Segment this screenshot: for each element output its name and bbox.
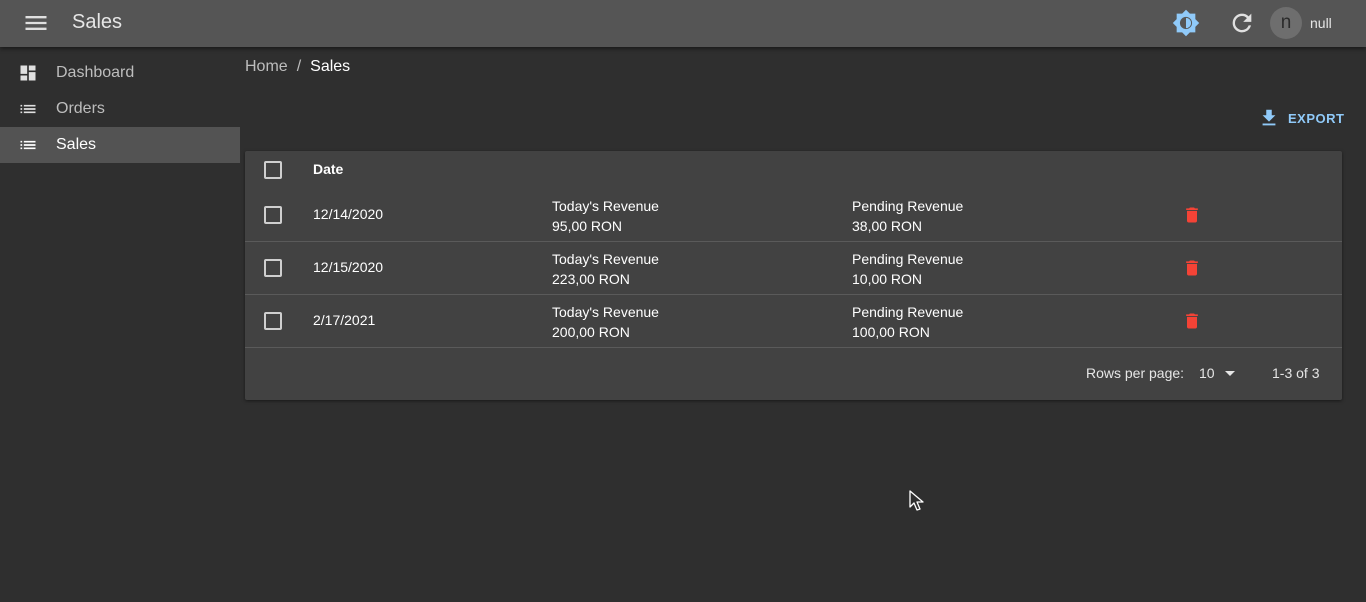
sidebar-item-label: Sales bbox=[56, 136, 97, 153]
revenue-label: Today's Revenue bbox=[552, 251, 659, 267]
table-row[interactable]: 12/15/2020 Today's Revenue 223,00 RON Pe… bbox=[245, 242, 1342, 295]
delete-icon[interactable] bbox=[1182, 258, 1202, 278]
theme-toggle-icon[interactable] bbox=[1172, 9, 1200, 37]
breadcrumb-home-link[interactable]: Home bbox=[245, 58, 288, 76]
row-revenue: Today's Revenue 223,00 RON bbox=[552, 249, 659, 289]
user-menu-button[interactable]: n null bbox=[1270, 7, 1332, 39]
row-pending: Pending Revenue 38,00 RON bbox=[852, 196, 963, 236]
rows-per-page-select[interactable]: 10 bbox=[1199, 365, 1235, 381]
revenue-label: Today's Revenue bbox=[552, 198, 659, 214]
sidebar-item-orders[interactable]: Orders bbox=[0, 91, 240, 127]
sidebar-item-label: Orders bbox=[56, 100, 105, 117]
download-icon bbox=[1262, 109, 1276, 126]
pending-label: Pending Revenue bbox=[852, 304, 964, 320]
row-pending: Pending Revenue 100,00 RON bbox=[852, 302, 963, 342]
row-pending: Pending Revenue 10,00 RON bbox=[852, 249, 963, 289]
table-header: Date bbox=[245, 151, 1342, 189]
pagination: Rows per page: 10 1-3 of 3 bbox=[245, 361, 1342, 387]
table-row[interactable]: 12/14/2020 Today's Revenue 95,00 RON Pen… bbox=[245, 189, 1342, 242]
sidebar-item-label: Dashboard bbox=[56, 64, 135, 81]
revenue-value: 200,00 RON bbox=[552, 324, 630, 340]
refresh-icon[interactable] bbox=[1228, 9, 1256, 37]
revenue-value: 95,00 RON bbox=[552, 218, 623, 234]
delete-icon[interactable] bbox=[1182, 311, 1202, 331]
rows-per-page-label: Rows per page: bbox=[1086, 365, 1185, 381]
app-title: Sales bbox=[72, 11, 123, 33]
column-header-date[interactable]: Date bbox=[313, 161, 343, 177]
sales-table: Date 12/14/2020 Today's Revenue 95,00 RO… bbox=[245, 151, 1342, 400]
export-button[interactable]: EXPORT bbox=[1258, 105, 1344, 131]
menu-icon[interactable] bbox=[22, 9, 50, 37]
list-icon bbox=[18, 135, 38, 155]
select-all-checkbox[interactable] bbox=[264, 161, 282, 179]
pending-value: 10,00 RON bbox=[852, 271, 923, 287]
avatar: n bbox=[1270, 7, 1302, 39]
row-checkbox[interactable] bbox=[264, 206, 282, 224]
row-revenue: Today's Revenue 95,00 RON bbox=[552, 196, 659, 236]
row-checkbox[interactable] bbox=[264, 312, 282, 330]
delete-icon[interactable] bbox=[1182, 205, 1202, 225]
sidebar-item-dashboard[interactable]: Dashboard bbox=[0, 55, 240, 91]
table-row[interactable]: 2/17/2021 Today's Revenue 200,00 RON Pen… bbox=[245, 295, 1342, 348]
revenue-value: 223,00 RON bbox=[552, 271, 630, 287]
pending-label: Pending Revenue bbox=[852, 198, 964, 214]
pagination-range: 1-3 of 3 bbox=[1272, 365, 1320, 381]
breadcrumb: Home / Sales bbox=[245, 58, 350, 76]
chevron-down-icon bbox=[1224, 370, 1235, 376]
revenue-label: Today's Revenue bbox=[552, 304, 659, 320]
row-checkbox[interactable] bbox=[264, 259, 282, 277]
sidebar: Dashboard Orders Sales bbox=[0, 55, 240, 163]
row-revenue: Today's Revenue 200,00 RON bbox=[552, 302, 659, 342]
rows-per-page-value: 10 bbox=[1199, 365, 1215, 381]
mouse-cursor-icon bbox=[909, 490, 924, 511]
row-date: 2/17/2021 bbox=[313, 312, 376, 328]
breadcrumb-current: Sales bbox=[310, 58, 351, 75]
app-bar: Sales n null bbox=[0, 0, 1366, 47]
breadcrumb-separator: / bbox=[296, 58, 302, 75]
user-name: null bbox=[1310, 15, 1332, 31]
export-label: EXPORT bbox=[1288, 110, 1345, 126]
row-date: 12/15/2020 bbox=[313, 259, 384, 275]
pending-value: 100,00 RON bbox=[852, 324, 930, 340]
dashboard-icon bbox=[18, 63, 38, 83]
row-date: 12/14/2020 bbox=[313, 206, 384, 222]
list-icon bbox=[18, 99, 38, 119]
sidebar-item-sales[interactable]: Sales bbox=[0, 127, 240, 163]
pending-value: 38,00 RON bbox=[852, 218, 923, 234]
pending-label: Pending Revenue bbox=[852, 251, 964, 267]
